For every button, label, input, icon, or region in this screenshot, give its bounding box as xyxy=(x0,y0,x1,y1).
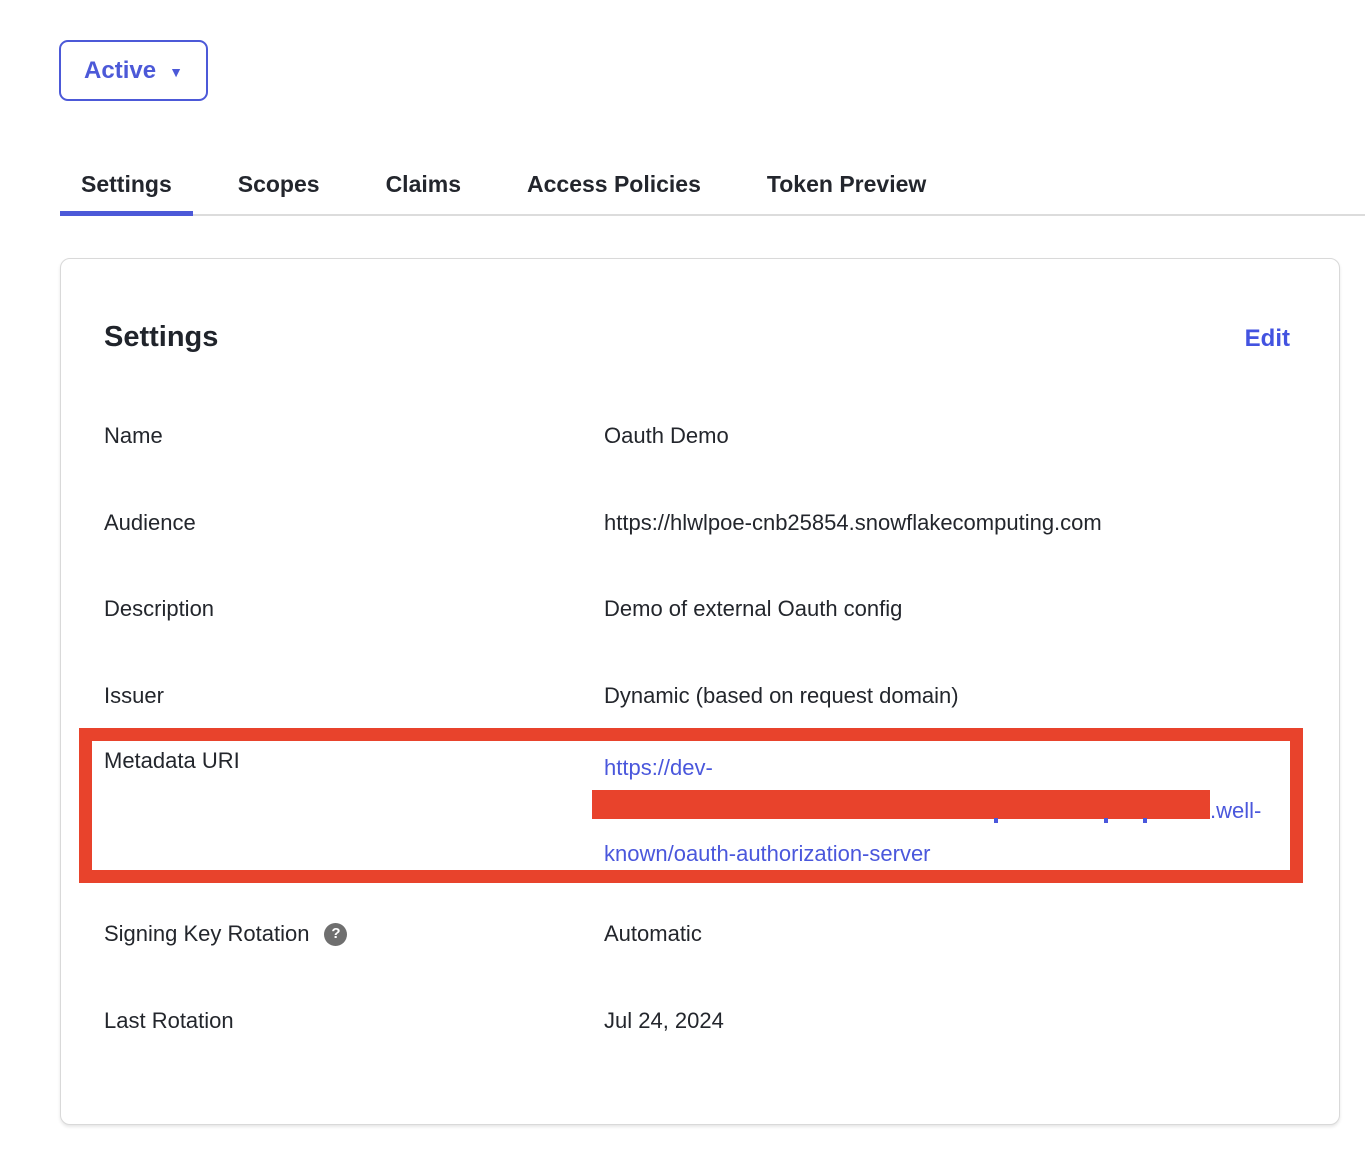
redacted-text-descender xyxy=(1104,818,1108,823)
oauth-settings-page: Active ▼ Settings Scopes Claims Access P… xyxy=(0,0,1365,1169)
field-label-name: Name xyxy=(104,421,163,451)
redaction-bar xyxy=(592,790,1210,819)
tab-access-policies[interactable]: Access Policies xyxy=(506,155,722,214)
settings-card: Settings Edit Name Oauth Demo Audience h… xyxy=(60,258,1340,1125)
field-label-signing-key-rotation: Signing Key Rotation ? xyxy=(104,919,347,949)
card-title: Settings xyxy=(104,321,218,354)
tab-settings[interactable]: Settings xyxy=(60,155,193,214)
redacted-text-descender xyxy=(994,818,998,823)
status-label: Active xyxy=(84,57,156,85)
tab-claims[interactable]: Claims xyxy=(365,155,482,214)
field-row-issuer: Issuer Dynamic (based on request domain) xyxy=(61,681,1339,711)
field-row-audience: Audience https://hlwlpoe-cnb25854.snowfl… xyxy=(61,508,1339,538)
signing-key-rotation-label-text: Signing Key Rotation xyxy=(104,919,309,949)
redacted-text-descender xyxy=(1143,818,1147,823)
status-dropdown-button[interactable]: Active ▼ xyxy=(59,40,208,101)
field-label-issuer: Issuer xyxy=(104,681,164,711)
tab-bar: Settings Scopes Claims Access Policies T… xyxy=(60,155,1365,216)
chevron-down-icon: ▼ xyxy=(169,62,183,79)
field-row-description: Description Demo of external Oauth confi… xyxy=(61,594,1339,624)
field-label-last-rotation: Last Rotation xyxy=(104,1006,234,1036)
metadata-uri-line-3: known/oauth-authorization-server xyxy=(604,832,1314,875)
field-row-metadata-uri: Metadata URI https://dev- .well- known/o… xyxy=(61,746,1339,878)
field-label-metadata-uri: Metadata URI xyxy=(104,746,240,776)
field-row-signing-key-rotation: Signing Key Rotation ? Automatic xyxy=(61,919,1339,949)
field-value-description: Demo of external Oauth config xyxy=(604,594,902,624)
field-value-last-rotation: Jul 24, 2024 xyxy=(604,1006,724,1036)
question-mark-icon[interactable]: ? xyxy=(324,923,347,946)
field-value-name: Oauth Demo xyxy=(604,421,729,451)
edit-link[interactable]: Edit xyxy=(1245,325,1290,353)
field-row-last-rotation: Last Rotation Jul 24, 2024 xyxy=(61,1006,1339,1036)
field-label-audience: Audience xyxy=(104,508,196,538)
tab-token-preview[interactable]: Token Preview xyxy=(746,155,947,214)
metadata-uri-link[interactable]: https://dev- .well- known/oauth-authoriz… xyxy=(604,746,1314,875)
field-row-name: Name Oauth Demo xyxy=(61,421,1339,451)
field-value-issuer: Dynamic (based on request domain) xyxy=(604,681,959,711)
metadata-uri-after-redaction: .well- xyxy=(1210,789,1261,832)
field-value-audience: https://hlwlpoe-cnb25854.snowflakecomput… xyxy=(604,508,1102,538)
metadata-uri-line-2: .well- xyxy=(604,789,1314,832)
metadata-uri-line-1: https://dev- xyxy=(604,746,1314,789)
tab-scopes[interactable]: Scopes xyxy=(217,155,341,214)
field-label-description: Description xyxy=(104,594,214,624)
field-value-signing-key-rotation: Automatic xyxy=(604,919,702,949)
